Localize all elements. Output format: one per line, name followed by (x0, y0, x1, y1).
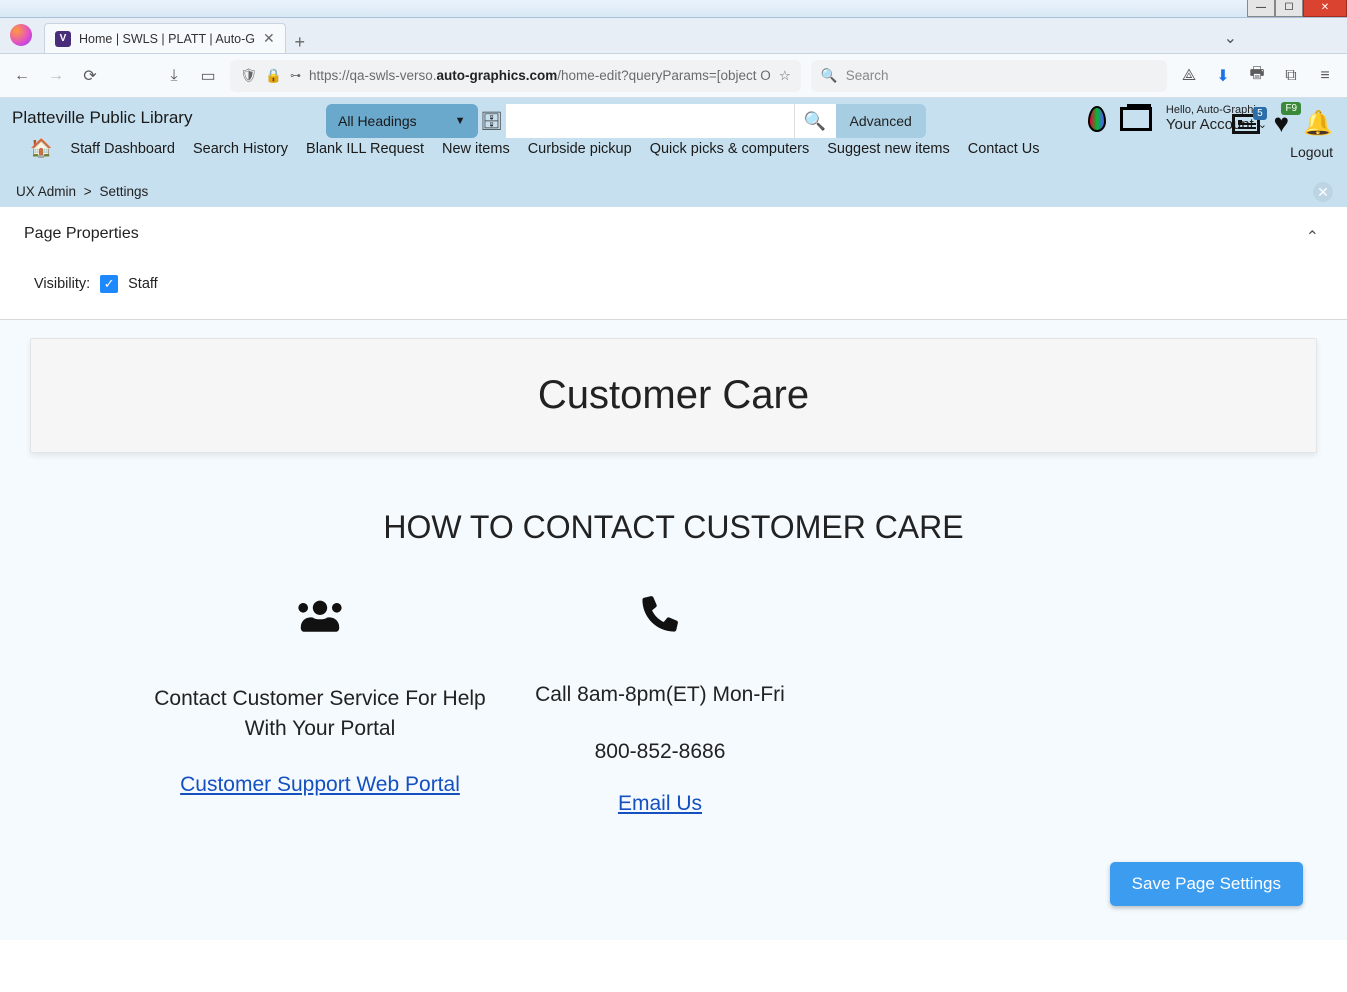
nav-quick-picks[interactable]: Quick picks & computers (650, 141, 810, 157)
permissions-icon: ⊶ (290, 69, 301, 82)
dropdown-label: All Headings (338, 113, 417, 129)
save-page-settings-button[interactable]: Save Page Settings (1110, 862, 1303, 906)
url-bar[interactable]: 🛡 🔒 ⊶ https://qa-swls-verso.auto-graphic… (230, 60, 801, 92)
os-titlebar: — ☐ ✕ (0, 0, 1347, 18)
new-tab-button[interactable]: + (286, 32, 314, 53)
advanced-search-button[interactable]: Advanced (836, 104, 926, 138)
users-icon (150, 594, 490, 646)
crumb-settings[interactable]: Settings (99, 184, 148, 199)
browser-toolbar: ← → ⟳ ⤓ ▭ 🛡 🔒 ⊶ https://qa-swls-verso.au… (0, 54, 1347, 98)
crumb-ux-admin[interactable]: UX Admin (16, 184, 76, 199)
breadcrumb-close-icon[interactable]: ✕ (1313, 182, 1333, 202)
browser-tabstrip: V Home | SWLS | PLATT | Auto-G ✕ + ⌄ (0, 18, 1347, 54)
tab-title: Home | SWLS | PLATT | Auto-G (79, 32, 255, 46)
print-icon[interactable]: 🖶 (1245, 62, 1269, 89)
browser-search-box[interactable]: 🔍 Search (811, 60, 1167, 92)
nav-back-icon[interactable]: ← (10, 67, 34, 85)
url-text: https://qa-swls-verso.auto-graphics.com/… (309, 68, 771, 83)
phone-number: 800-852-8686 (490, 740, 830, 764)
pocket-save-icon[interactable]: ⤓ (162, 67, 186, 85)
nav-forward-icon: → (44, 67, 68, 85)
catalog-search-input[interactable] (506, 104, 794, 138)
home-icon[interactable]: 🏠 (30, 138, 52, 159)
firefox-logo-icon (10, 24, 32, 46)
shield-icon: 🛡 (240, 68, 257, 84)
extensions-icon[interactable]: ⧉ (1279, 67, 1303, 85)
search-scope-dropdown[interactable]: All Headings ▼ (326, 104, 478, 138)
panel-collapse-icon[interactable]: ⌃ (1306, 227, 1319, 247)
email-us-link[interactable]: Email Us (490, 792, 830, 816)
contact-column-portal: Contact Customer Service For Help With Y… (150, 594, 490, 816)
call-hours-text: Call 8am-8pm(ET) Mon-Fri (490, 680, 830, 710)
tabs-dropdown-icon[interactable]: ⌄ (1224, 28, 1237, 48)
favorites-badge: F9 (1281, 102, 1301, 115)
chevron-down-icon: ▼ (455, 115, 466, 127)
nav-curbside[interactable]: Curbside pickup (528, 141, 632, 157)
downloads-icon[interactable]: ⬇ (1211, 66, 1235, 86)
bookmark-star-icon[interactable]: ☆ (779, 68, 791, 84)
nav-search-history[interactable]: Search History (193, 141, 288, 157)
magnifier-icon: 🔍 (804, 111, 826, 132)
portal-help-text: Contact Customer Service For Help With Y… (150, 684, 490, 745)
os-maximize-button[interactable]: ☐ (1275, 0, 1303, 17)
balloon-icon[interactable] (1088, 106, 1106, 132)
breadcrumb: UX Admin > Settings ✕ (0, 176, 1347, 207)
app-menu-icon[interactable]: ≡ (1313, 67, 1337, 85)
hero-banner: Customer Care (30, 338, 1317, 453)
page-properties-panel: Page Properties ⌃ Visibility: ✓ Staff (0, 207, 1347, 320)
customer-support-portal-link[interactable]: Customer Support Web Portal (150, 773, 490, 797)
nav-blank-ill[interactable]: Blank ILL Request (306, 141, 424, 157)
visibility-staff-checkbox[interactable]: ✓ (100, 275, 118, 293)
nav-reload-icon[interactable]: ⟳ (78, 66, 102, 86)
tab-close-icon[interactable]: ✕ (263, 30, 275, 47)
save-pocket-icon[interactable]: ⟁ (1177, 67, 1201, 85)
search-icon: 🔍 (821, 68, 838, 84)
nav-new-items[interactable]: New items (442, 141, 510, 157)
nav-staff-dashboard[interactable]: Staff Dashboard (70, 141, 175, 157)
os-minimize-button[interactable]: — (1247, 0, 1275, 17)
nav-suggest[interactable]: Suggest new items (827, 141, 950, 157)
page-properties-title: Page Properties (24, 225, 1323, 243)
card-badge: 5 (1253, 107, 1267, 120)
section-heading: HOW TO CONTACT CUSTOMER CARE (30, 509, 1317, 546)
favorites-icon[interactable]: ♥ F9 (1274, 108, 1289, 139)
app-header: Platteville Public Library All Headings … (0, 98, 1347, 176)
tab-favicon-icon: V (55, 31, 71, 47)
lock-icon: 🔒 (265, 68, 282, 84)
notifications-icon[interactable]: 🔔 (1303, 109, 1333, 138)
visibility-staff-label: Staff (128, 276, 158, 292)
search-submit-button[interactable]: 🔍 (794, 104, 836, 138)
clipboard-icon[interactable]: ▭ (196, 66, 220, 86)
browser-tab[interactable]: V Home | SWLS | PLATT | Auto-G ✕ (44, 23, 286, 53)
nav-contact[interactable]: Contact Us (968, 141, 1040, 157)
phone-icon (490, 594, 830, 642)
contact-column-phone: Call 8am-8pm(ET) Mon-Fri 800-852-8686 Em… (490, 594, 830, 816)
visibility-label: Visibility: (34, 276, 90, 292)
page-content: Customer Care HOW TO CONTACT CUSTOMER CA… (0, 320, 1347, 940)
os-close-button[interactable]: ✕ (1303, 0, 1347, 17)
library-card-icon[interactable]: 5 (1232, 114, 1260, 134)
logout-link[interactable]: Logout (1290, 144, 1333, 160)
search-placeholder: Search (846, 68, 889, 83)
hero-title: Customer Care (31, 373, 1316, 418)
camera-icon[interactable] (1120, 107, 1152, 131)
database-icon[interactable]: 🗄 (478, 111, 506, 132)
